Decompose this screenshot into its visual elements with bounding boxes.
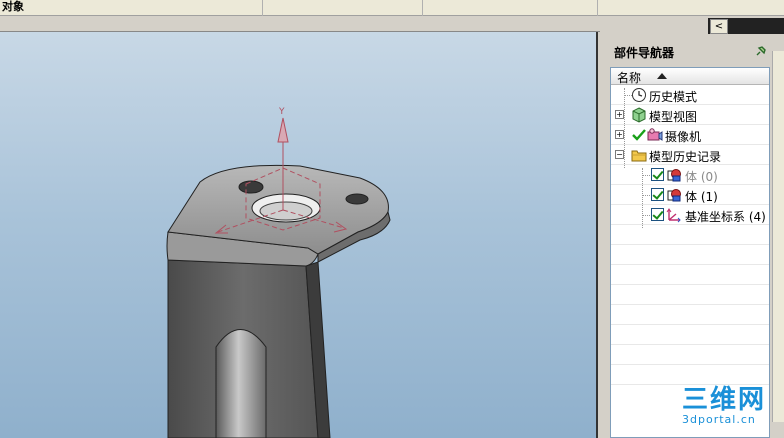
sort-ascending-icon xyxy=(657,73,667,79)
part-navigator: < 部件导航器 名称 历史模式 + 模型视图 + 摄像机 − 模型历史记录 体 … xyxy=(600,16,784,438)
tree-item-label: 基准坐标系 (4) xyxy=(685,210,766,224)
toolbar-divider xyxy=(422,0,423,16)
tree-item-body-0[interactable]: 体 (0) xyxy=(611,165,769,185)
slot-cutout xyxy=(215,329,267,438)
clock-icon xyxy=(632,88,646,102)
tree-item-datum-csys[interactable]: 基准坐标系 (4) xyxy=(611,205,769,225)
expand-icon[interactable]: + xyxy=(615,110,624,119)
camera-icon xyxy=(647,128,663,141)
body-feature-icon xyxy=(667,189,681,202)
collapse-panel-button[interactable]: < xyxy=(710,19,728,34)
watermark-main: 三维网 xyxy=(682,385,767,415)
model-view-icon xyxy=(632,107,646,123)
tree-item-model-history[interactable]: − 模型历史记录 xyxy=(611,145,769,165)
visibility-checkbox[interactable] xyxy=(651,188,664,201)
expand-icon[interactable]: + xyxy=(615,130,624,139)
column-name-label: 名称 xyxy=(617,71,642,85)
tree-empty-row xyxy=(611,325,769,345)
tree-empty-row xyxy=(611,365,769,385)
top-toolbar: 对象 xyxy=(0,0,784,16)
tree-empty-row xyxy=(611,345,769,365)
graphics-viewport[interactable]: Y xyxy=(0,32,598,438)
tree-item-cameras[interactable]: + 摄像机 xyxy=(611,125,769,145)
watermark-logo: 三维网 3dportal.cn xyxy=(682,386,766,426)
secondary-toolbar xyxy=(0,16,600,32)
y-axis-label: Y xyxy=(278,107,285,117)
tree-empty-row xyxy=(611,265,769,285)
visibility-checkbox[interactable] xyxy=(651,168,664,181)
tree-item-model-views[interactable]: + 模型视图 xyxy=(611,105,769,125)
body-feature-icon xyxy=(667,169,681,182)
navigator-title: 部件导航器 xyxy=(614,46,675,60)
datum-csys-icon xyxy=(666,208,681,223)
tree-empty-row xyxy=(611,245,769,265)
tree-item-label: 模型历史记录 xyxy=(649,150,722,164)
tree-empty-row xyxy=(611,285,769,305)
pin-icon[interactable] xyxy=(754,44,768,58)
checkmark-icon xyxy=(632,129,646,141)
tree-item-label: 体 (0) xyxy=(685,170,718,184)
tree-item-body-1[interactable]: 体 (1) xyxy=(611,185,769,205)
collapse-icon[interactable]: − xyxy=(615,150,624,159)
navigator-tree[interactable]: 名称 历史模式 + 模型视图 + 摄像机 − 模型历史记录 体 (0) 体 (1… xyxy=(610,67,770,438)
tree-item-label: 历史模式 xyxy=(649,90,698,104)
tree-item-label: 摄像机 xyxy=(665,130,702,144)
tree-column-header[interactable]: 名称 xyxy=(611,68,769,85)
tree-empty-row xyxy=(611,225,769,245)
tree-item-history-mode[interactable]: 历史模式 xyxy=(611,85,769,105)
toolbar-divider xyxy=(262,0,263,16)
mount-hole-right xyxy=(345,193,369,205)
part-model[interactable]: Y xyxy=(0,32,598,438)
tree-item-label: 体 (1) xyxy=(685,190,718,204)
visibility-checkbox[interactable] xyxy=(651,208,664,221)
watermark-sub: 3dportal.cn xyxy=(682,413,756,426)
mount-hole-left xyxy=(238,180,264,194)
toolbar-divider xyxy=(597,0,598,16)
tree-empty-row xyxy=(611,305,769,325)
folder-icon xyxy=(631,150,647,162)
tree-item-label: 模型视图 xyxy=(649,110,698,124)
resource-sidebar[interactable] xyxy=(772,51,784,422)
window-title: 对象 xyxy=(2,0,24,13)
